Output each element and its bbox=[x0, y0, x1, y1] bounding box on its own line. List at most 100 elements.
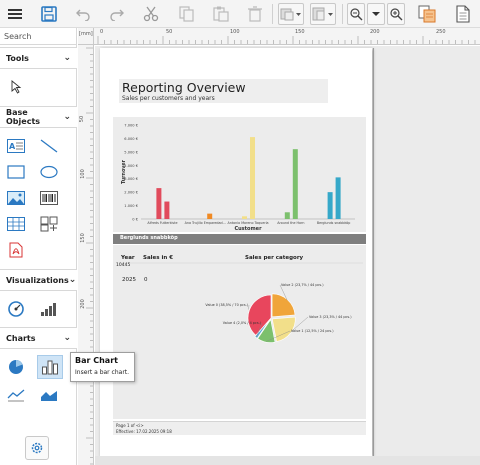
y-tick-label: 2.000 € bbox=[124, 191, 138, 195]
undo-icon[interactable] bbox=[72, 3, 94, 25]
bar-chart-tooltip: Bar Chart Insert a bar chart. bbox=[70, 352, 135, 382]
bar bbox=[284, 212, 290, 219]
section-label: Base Objects bbox=[6, 108, 41, 126]
line-chart-icon bbox=[7, 389, 25, 402]
group-header-band[interactable]: Berglunds snabbköp bbox=[113, 234, 366, 244]
horizontal-ruler[interactable]: 0 50 100 150 200 250 bbox=[94, 28, 480, 45]
tooltip-description: Insert a bar chart. bbox=[75, 369, 130, 376]
pie-chart: Value 0 (38,5% / 70 pcs.) Value 2 (23,7% … bbox=[205, 283, 352, 343]
section-header-base-objects[interactable]: Base Objects ⌄ bbox=[0, 106, 77, 128]
report-header[interactable]: Reporting Overview Sales per customers a… bbox=[119, 79, 328, 103]
column-header-category: Sales per category bbox=[245, 255, 304, 261]
section-header-tools[interactable]: Tools ⌄ bbox=[0, 47, 77, 69]
bar bbox=[242, 216, 247, 219]
zoom-in-icon bbox=[390, 8, 403, 21]
horizontal-scrollbar[interactable] bbox=[95, 456, 480, 465]
paste-icon[interactable] bbox=[210, 3, 232, 25]
bar-chart-element[interactable]: 7.000 €6.000 €5.000 €4.000 €3.000 €2.000… bbox=[113, 117, 366, 232]
column-header-year: Year bbox=[121, 255, 135, 261]
pie-chart-tool[interactable] bbox=[4, 356, 28, 378]
y-tick-label: 6.000 € bbox=[124, 137, 138, 141]
copy-icon[interactable] bbox=[176, 3, 198, 25]
settings-button[interactable] bbox=[25, 436, 49, 460]
rectangle-tool[interactable] bbox=[4, 161, 28, 183]
x-tick-label: Ana Trujillo Emparedad... bbox=[185, 221, 226, 225]
y-tick-label: 0 € bbox=[132, 218, 138, 222]
text-tool[interactable]: A bbox=[4, 135, 28, 157]
delete-icon[interactable] bbox=[244, 3, 266, 25]
area-chart-icon bbox=[41, 391, 57, 401]
report-title: Reporting Overview bbox=[122, 80, 246, 95]
size-dropdown-icon bbox=[312, 7, 333, 21]
pdf-tool[interactable] bbox=[4, 239, 28, 261]
bar bbox=[335, 177, 341, 219]
bar bbox=[164, 201, 170, 219]
rectangle-icon bbox=[7, 165, 25, 179]
pointer-tool[interactable] bbox=[4, 76, 28, 98]
x-tick-label: Antonio Moreno Taquería bbox=[227, 221, 268, 225]
ruler-label: 150 bbox=[79, 233, 86, 243]
zoom-dropdown[interactable] bbox=[367, 3, 385, 25]
zoom-out-button[interactable] bbox=[347, 3, 365, 25]
pointer-icon bbox=[11, 80, 22, 94]
barcode-tool[interactable] bbox=[37, 187, 61, 209]
chevron-down-icon: ⌄ bbox=[63, 112, 71, 122]
section-header-charts[interactable]: Charts ⌄ bbox=[0, 327, 77, 349]
cut-icon[interactable] bbox=[140, 3, 162, 25]
page-icon[interactable] bbox=[452, 3, 474, 25]
table-tool[interactable] bbox=[4, 213, 28, 235]
redo-icon[interactable] bbox=[106, 3, 128, 25]
sparkline-tool[interactable] bbox=[37, 298, 61, 320]
image-tool[interactable] bbox=[4, 187, 28, 209]
toolbar-separator bbox=[342, 4, 343, 24]
bar-chart-tool[interactable] bbox=[37, 355, 63, 379]
vertical-ruler[interactable]: 50 100 150 200 250 bbox=[78, 45, 94, 465]
line-chart-tool[interactable] bbox=[4, 384, 28, 406]
align-dropdown-icon bbox=[280, 8, 301, 21]
main-toolbar bbox=[0, 0, 480, 28]
pie-slice-label: Value 4 (2,0% / 4 pcs.) bbox=[223, 321, 262, 325]
pie-slice bbox=[271, 293, 296, 318]
y-axis-title: Turnover bbox=[121, 159, 127, 184]
area-chart-tool[interactable] bbox=[37, 384, 61, 406]
section-header-visualizations[interactable]: Visualizations ⌄ bbox=[0, 269, 77, 291]
ruler-label: 250 bbox=[436, 29, 446, 35]
header-divider bbox=[119, 262, 363, 264]
line-tool[interactable] bbox=[37, 135, 61, 157]
y-tick-label: 1.000 € bbox=[124, 204, 138, 208]
image-icon bbox=[7, 191, 25, 205]
page-footer-band[interactable]: Page 1 of <i> Effective: 17.02.2025 09:1… bbox=[113, 421, 366, 435]
size-dropdown[interactable] bbox=[310, 3, 336, 25]
pdf-icon bbox=[9, 242, 23, 258]
group-label: Berglunds snabbköp bbox=[120, 235, 178, 241]
search-input[interactable] bbox=[4, 31, 74, 41]
crosstab-tool[interactable] bbox=[37, 213, 61, 235]
detail-band[interactable]: Year Sales in € Sales per category 10445… bbox=[113, 245, 366, 419]
gauge-tool[interactable] bbox=[4, 298, 28, 320]
page-margin-line bbox=[373, 48, 374, 456]
x-tick-label: Alfreds Futterkiste bbox=[147, 221, 177, 225]
bar bbox=[156, 188, 162, 219]
tooltip-title: Bar Chart bbox=[75, 356, 118, 365]
horizontal-ruler-ticks bbox=[97, 36, 476, 44]
section-label: Charts bbox=[6, 333, 36, 343]
ruler-label: 50 bbox=[166, 29, 173, 35]
text-box-icon: A bbox=[7, 139, 25, 153]
align-dropdown[interactable] bbox=[278, 3, 304, 25]
footer-page-number: Page 1 of <i> bbox=[116, 423, 144, 428]
zoom-in-button[interactable] bbox=[387, 3, 405, 25]
x-tick-label: Berglunds snabbköp bbox=[317, 221, 351, 225]
bar-indicator-icon bbox=[41, 303, 56, 316]
ruler-corner: [mm] bbox=[78, 28, 94, 45]
x-axis-title: Customer bbox=[234, 226, 262, 232]
menu-icon[interactable] bbox=[4, 3, 26, 25]
bar-chart: 7.000 €6.000 €5.000 €4.000 €3.000 €2.000… bbox=[121, 124, 355, 232]
preview-icon[interactable] bbox=[416, 3, 438, 25]
save-icon[interactable] bbox=[38, 3, 60, 25]
ellipse-tool[interactable] bbox=[37, 161, 61, 183]
zoom-dropdown-icon bbox=[372, 12, 380, 16]
pie-slice-label: Value 1 (12,5% / 24 pcs.) bbox=[291, 329, 334, 333]
section-label: Visualizations bbox=[6, 275, 69, 285]
crosstab-icon bbox=[40, 216, 58, 232]
y-tick-label: 5.000 € bbox=[124, 150, 138, 154]
